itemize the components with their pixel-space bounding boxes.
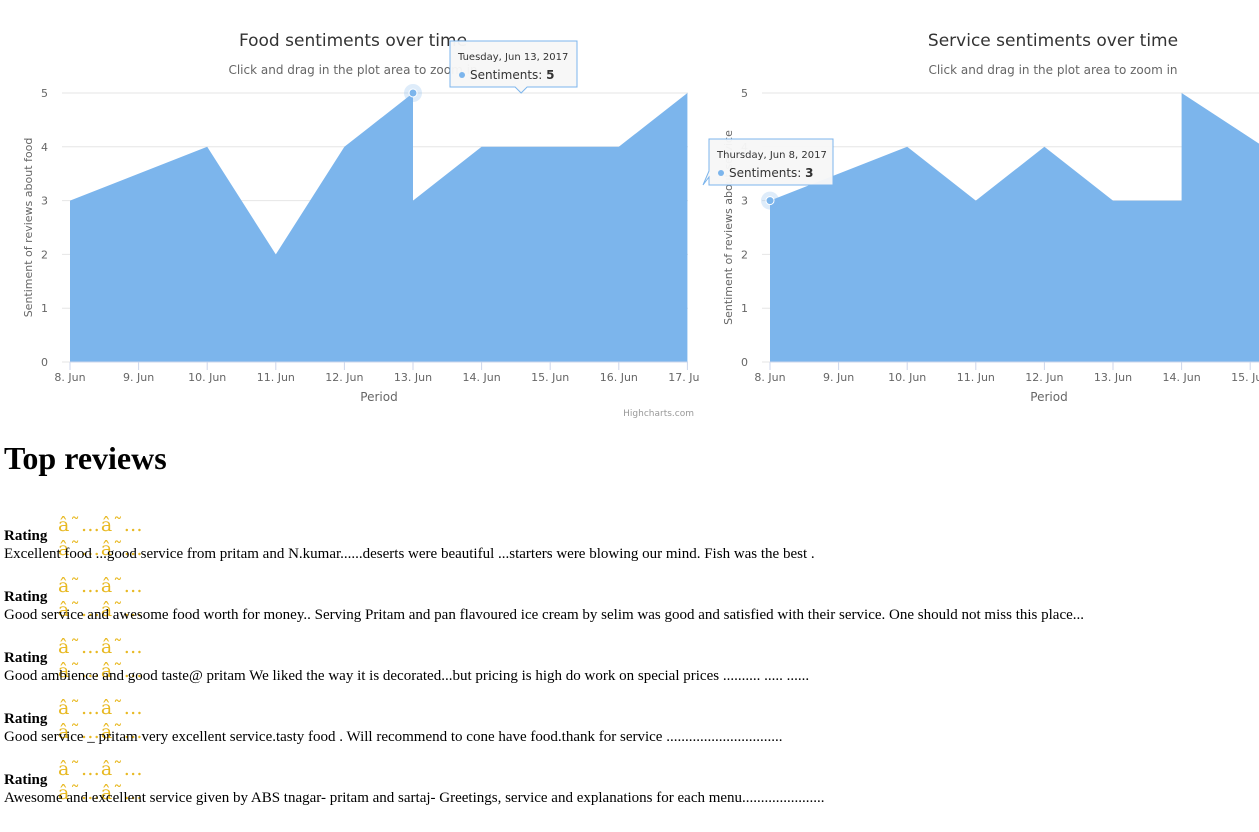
y-tick-label: 0 [41, 356, 48, 369]
review-text: Good ambience and good taste@ pritam We … [4, 668, 810, 684]
y-axis-title: Sentiment of reviews about service [722, 130, 735, 325]
x-tick-label: 14. Jun [1163, 371, 1201, 384]
y-tick-label: 5 [741, 87, 748, 100]
x-tick-label: 10. Jun [888, 371, 926, 384]
x-tick-label: 14. Jun [463, 371, 501, 384]
x-tick-label: 9. Jun [123, 371, 154, 384]
chart-subtitle: Click and drag in the plot area to zoom … [228, 63, 477, 77]
x-tick-label: 8. Jun [754, 371, 785, 384]
x-tick-label: 16. Jun [600, 371, 638, 384]
hover-marker [408, 88, 418, 98]
x-tick-label: 11. Jun [957, 371, 995, 384]
rating-stars: â˜…â˜… [58, 758, 144, 780]
x-tick-label: 10. Jun [188, 371, 226, 384]
y-tick-label: 2 [41, 248, 48, 261]
y-tick-label: 1 [741, 302, 748, 315]
x-tick-label: 15. Jun [1231, 371, 1259, 384]
chart-title: Food sentiments over time [239, 31, 467, 51]
y-tick-label: 5 [41, 87, 48, 100]
review-item: â˜…â˜… â˜…â˜… Rating Good service and aw… [4, 569, 1254, 630]
review-text: Awesome and excellent service given by A… [4, 790, 825, 806]
reviews-list: â˜…â˜… â˜…â˜… Rating Excellent food ...g… [4, 508, 1254, 813]
rating-stars: â˜…â˜… [58, 636, 144, 658]
review-item: â˜…â˜… â˜…â˜… Rating Awesome and excelle… [4, 752, 1254, 813]
review-text: Good service and awesome food worth for … [4, 607, 1085, 623]
y-tick-label: 0 [741, 356, 748, 369]
x-tick-label: 12. Jun [1025, 371, 1063, 384]
credits-label: Highcharts.com [623, 409, 694, 419]
rating-stars: â˜…â˜… [58, 697, 144, 719]
review-item: â˜…â˜… â˜…â˜… Rating Good service _ prit… [4, 691, 1254, 752]
x-tick-label: 13. Jun [1094, 371, 1132, 384]
y-tick-label: 3 [741, 195, 748, 208]
review-item: â˜…â˜… â˜…â˜… Rating Excellent food ...g… [4, 508, 1254, 569]
review-item: â˜…â˜… â˜…â˜… Rating Good ambience and g… [4, 630, 1254, 691]
x-tick-label: 11. Jun [257, 371, 295, 384]
chart-svg: 0 1 2 3 4 5 8. Jun 9. Jun 10. Jun 11. Jun 12. Jun 1… [722, 31, 1259, 404]
x-tick-label: 15. Jun [531, 371, 569, 384]
x-tick-label: 8. Jun [54, 371, 85, 384]
y-tick-label: 3 [41, 195, 48, 208]
review-text: Excellent food ...good service from prit… [4, 546, 815, 562]
x-axis-title: Period [360, 390, 397, 404]
y-tick-label: 2 [741, 248, 748, 261]
chart-subtitle: Click and drag in the plot area to zoom … [928, 63, 1177, 77]
top-reviews-heading: Top reviews [4, 440, 167, 476]
chart-title: Service sentiments over time [928, 31, 1178, 51]
rating-stars: â˜…â˜… [58, 575, 144, 597]
service-sentiment-chart[interactable]: 0 1 2 3 4 5 8. Jun 9. Jun 10. Jun 11. Jun 12. Jun 1… [700, 0, 1259, 425]
x-tick-label: 17. Jun [668, 371, 700, 384]
rating-label: Rating [4, 650, 48, 666]
rating-label: Rating [4, 772, 48, 788]
x-tick-label: 13. Jun [394, 371, 432, 384]
rating-stars: â˜…â˜… [58, 514, 144, 536]
review-text: Good service _ pritam very excellent ser… [4, 729, 783, 745]
x-tick-label: 12. Jun [325, 371, 363, 384]
chart-svg: 0 1 2 3 4 5 8. Jun 9. Jun 10. Jun 11. Jun 12. Jun 1… [22, 31, 707, 419]
rating-label: Rating [4, 528, 48, 544]
x-axis-title: Period [1030, 390, 1067, 404]
y-tick-label: 1 [41, 302, 48, 315]
area-series [70, 93, 688, 362]
rating-label: Rating [4, 589, 48, 605]
food-sentiment-chart[interactable]: 0 1 2 3 4 5 8. Jun 9. Jun 10. Jun 11. Jun 12. Jun 1… [0, 0, 707, 425]
y-tick-label: 4 [741, 141, 748, 154]
hover-marker [765, 196, 775, 206]
rating-label: Rating [4, 711, 48, 727]
y-tick-label: 4 [41, 141, 48, 154]
x-tick-label: 9. Jun [823, 371, 854, 384]
y-axis-title: Sentiment of reviews about food [22, 138, 35, 318]
area-series [770, 93, 1259, 362]
